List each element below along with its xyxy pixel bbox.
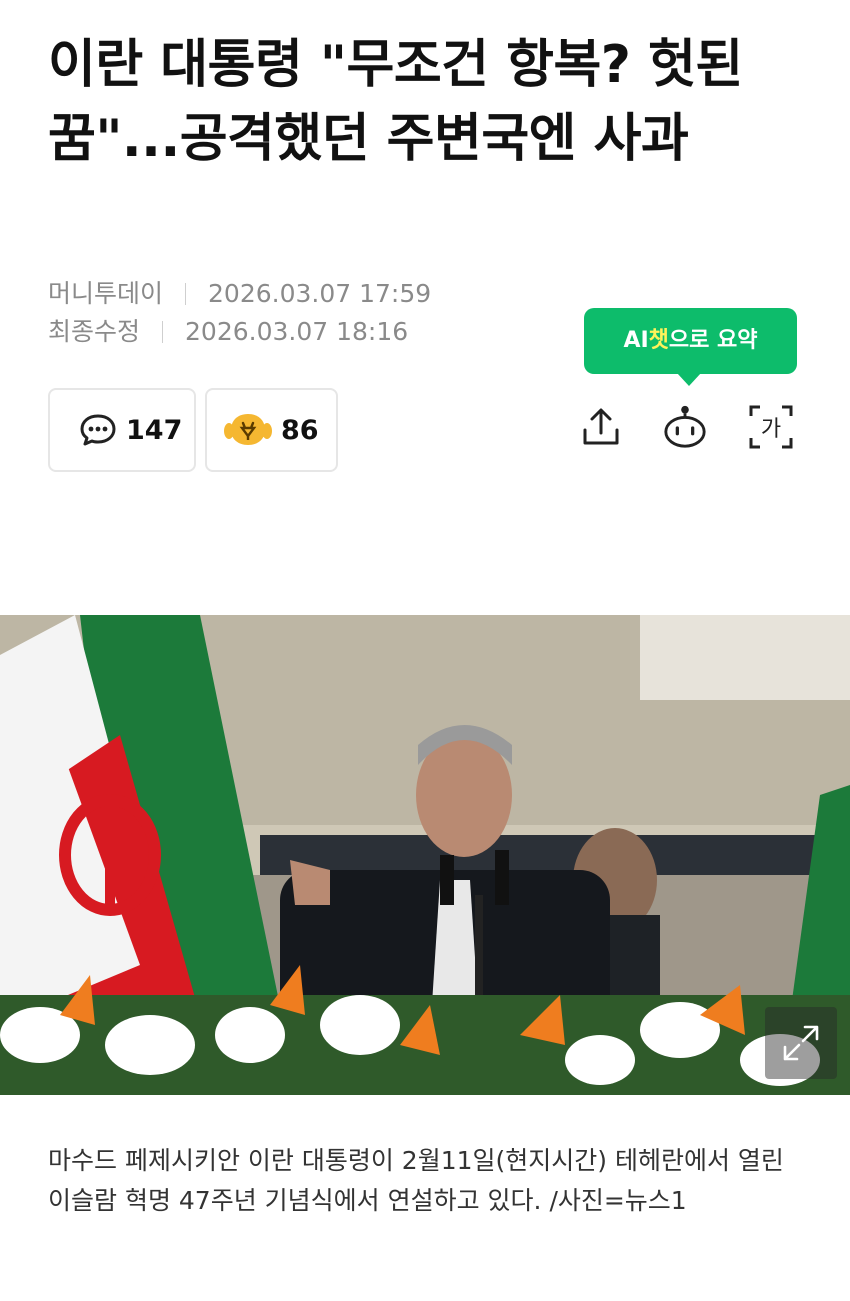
comment-icon — [78, 412, 118, 448]
comments-button[interactable]: 147 — [48, 388, 196, 472]
ai-summary-button[interactable]: AI챗으로 요약 — [584, 308, 797, 386]
meta-published: 머니투데이 2026.03.07 17:59 — [48, 274, 431, 310]
ai-summary-prefix: AI — [623, 328, 649, 353]
font-glyph: 가 — [761, 417, 781, 442]
meta-divider — [162, 321, 164, 343]
meta-divider — [185, 283, 187, 305]
reaction-count: 86 — [281, 414, 319, 446]
share-button[interactable] — [578, 404, 624, 450]
reactions-button[interactable]: 86 — [205, 388, 338, 472]
updated-time: 2026.03.07 18:16 — [185, 317, 409, 346]
ai-bot-icon — [664, 405, 706, 448]
ai-bot-button[interactable] — [662, 404, 708, 450]
comments-count: 147 — [126, 414, 183, 446]
article-page: 이란 대통령 "무조건 항복? 헛된 꿈"...공격했던 주변국엔 사과 머니투… — [0, 0, 850, 1301]
expand-photo-button[interactable] — [765, 1007, 837, 1079]
reaction-face-icon — [223, 411, 273, 449]
share-icon — [583, 408, 619, 445]
article-headline: 이란 대통령 "무조건 항복? 헛된 꿈"...공격했던 주변국엔 사과 — [48, 35, 743, 169]
meta-updated: 최종수정 2026.03.07 18:16 — [48, 312, 408, 348]
photo-caption: 마수드 페제시키안 이란 대통령이 2월11일(현지시간) 테헤란에서 열린 이… — [48, 1146, 784, 1215]
ai-summary-highlight: 챗 — [648, 328, 669, 353]
font-size-icon: 가 — [749, 405, 793, 449]
ai-summary-suffix: 으로 요약 — [668, 328, 758, 353]
article-photo[interactable] — [0, 615, 850, 1095]
updated-label: 최종수정 — [48, 317, 141, 346]
source-name[interactable]: 머니투데이 — [48, 279, 163, 308]
font-size-button[interactable]: 가 — [748, 404, 794, 450]
published-time: 2026.03.07 17:59 — [208, 279, 432, 308]
expand-icon — [783, 1025, 819, 1061]
